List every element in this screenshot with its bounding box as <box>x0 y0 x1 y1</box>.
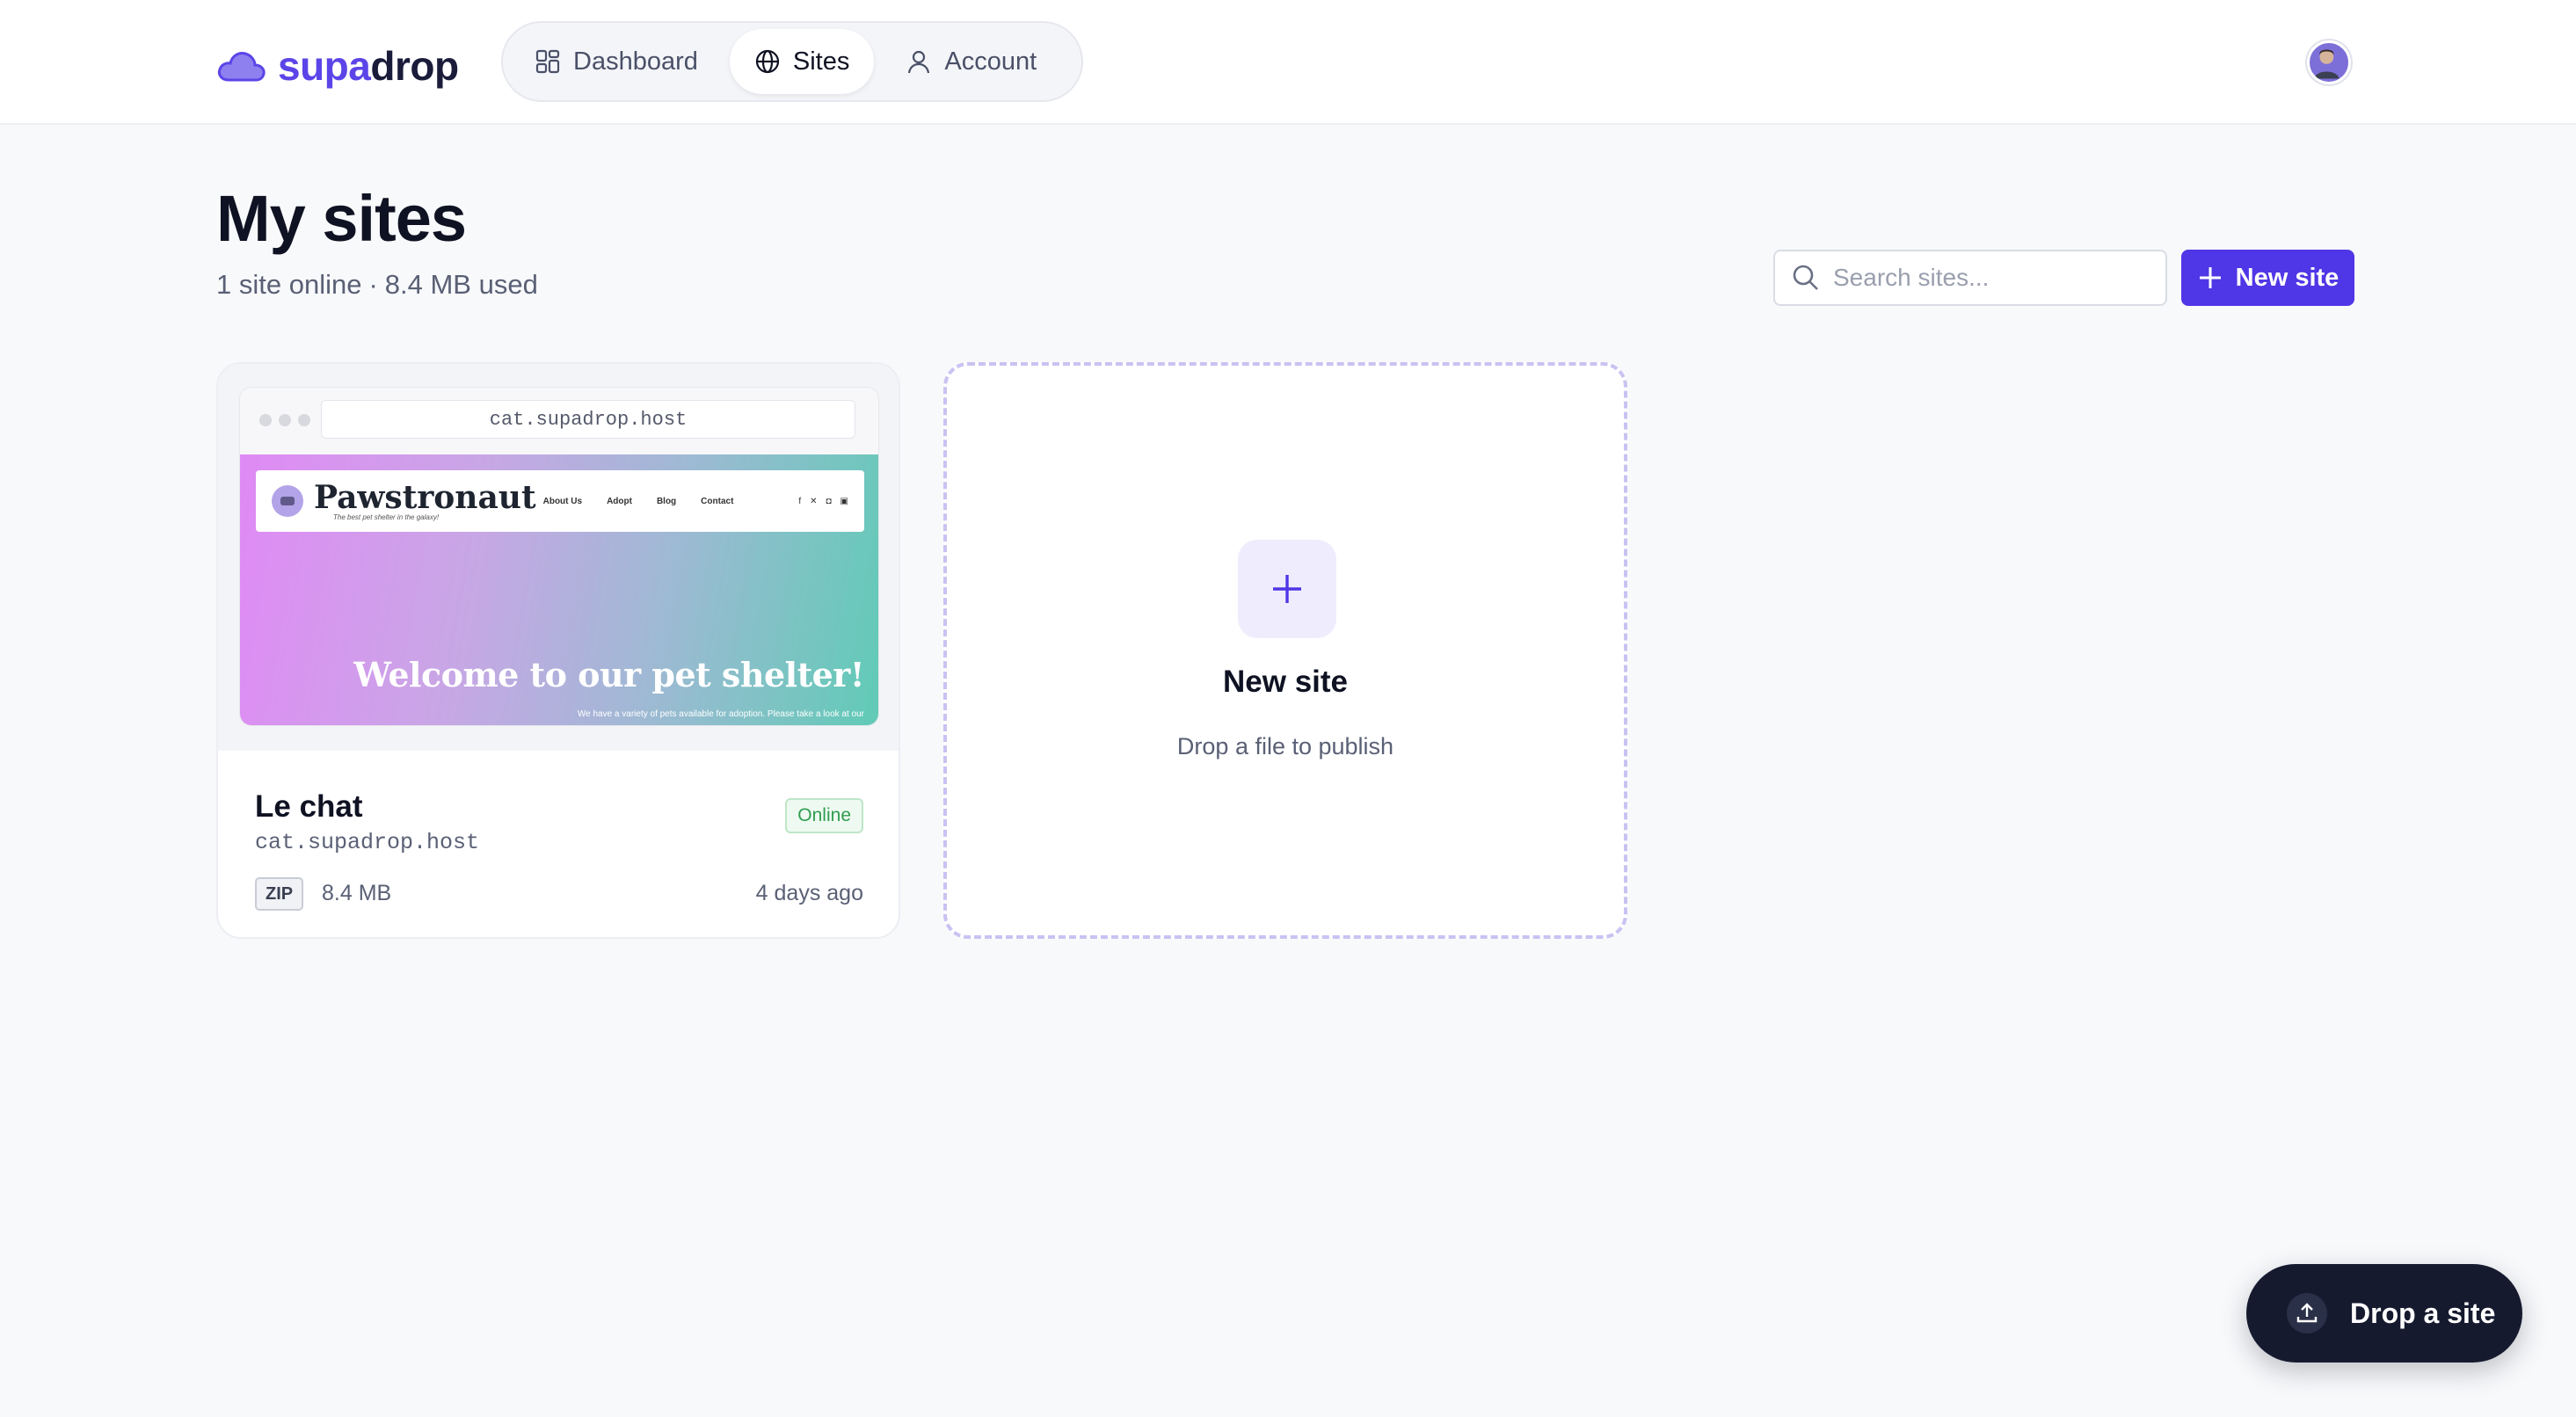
avatar[interactable] <box>2307 40 2351 84</box>
main-nav: Dashboard Sites Account <box>501 21 1083 102</box>
drop-site-label: Drop a site <box>2350 1297 2496 1329</box>
supadrop-logo[interactable]: supadrop <box>216 42 459 90</box>
sites-summary: 1 site online · 8.4 MB used <box>216 269 538 301</box>
preview-brand-name: Pawstronaut <box>314 478 536 516</box>
drop-site-button[interactable]: Drop a site <box>2246 1264 2522 1362</box>
nav-sites[interactable]: Sites <box>729 29 875 94</box>
preview-blurb: We have a variety of pets available for … <box>577 709 864 719</box>
preview-links: About Us Adopt Blog Contact <box>543 497 734 506</box>
site-card[interactable]: cat.supadrop.host Pawstronaut The best p… <box>216 362 900 939</box>
updated-time: 4 days ago <box>755 881 863 905</box>
page-title: My sites <box>216 182 467 255</box>
facebook-icon: f <box>798 496 802 506</box>
file-type-badge: ZIP <box>255 877 304 911</box>
globe-icon <box>755 49 779 74</box>
x-icon: ✕ <box>810 496 818 506</box>
preview-link: Adopt <box>607 496 632 506</box>
nav-label: Sites <box>792 47 850 76</box>
user-icon <box>908 50 930 74</box>
sites-online-count: 1 site online <box>216 269 362 300</box>
preview-hero-text: Welcome to our pet shelter! <box>353 655 864 694</box>
upload-icon <box>2287 1293 2327 1333</box>
plus-icon <box>2199 267 2221 288</box>
site-name: Le chat <box>255 789 363 824</box>
brand-name: supadrop <box>278 43 459 89</box>
preview-brand: Pawstronaut The best pet shelter in the … <box>314 482 536 521</box>
new-site-label: New site <box>2235 263 2340 292</box>
new-site-subtitle: Drop a file to publish <box>1176 733 1394 759</box>
preview-navbar: Pawstronaut The best pet shelter in the … <box>256 470 864 532</box>
plus-icon <box>1273 575 1301 603</box>
nav-label: Account <box>944 47 1037 76</box>
preview-tagline: The best pet shelter in the galaxy! <box>333 512 440 521</box>
site-url[interactable]: cat.supadrop.host <box>255 830 479 855</box>
site-preview: cat.supadrop.host Pawstronaut The best p… <box>218 364 899 751</box>
storage-used: 8.4 MB used <box>384 269 538 300</box>
new-site-title: New site <box>1223 665 1348 699</box>
new-site-dropzone[interactable]: New site Drop a file to publish <box>943 362 1627 939</box>
file-size: 8.4 MB <box>322 881 392 905</box>
search-input[interactable] <box>1833 264 2150 292</box>
nav-label: Dashboard <box>573 47 698 76</box>
search-icon <box>1793 265 1818 290</box>
browser-bar: cat.supadrop.host <box>240 388 878 454</box>
nav-account[interactable]: Account <box>881 29 1061 94</box>
preview-screenshot: Pawstronaut The best pet shelter in the … <box>240 454 878 725</box>
status-badge: Online <box>785 798 863 833</box>
user-photo-icon <box>2314 49 2340 79</box>
window-dots <box>259 414 310 426</box>
cloud-icon <box>217 52 266 82</box>
new-site-button[interactable]: New site <box>2181 250 2354 306</box>
preview-link: Blog <box>656 496 677 506</box>
new-site-icon-box <box>1238 540 1336 638</box>
search-box[interactable] <box>1773 250 2167 306</box>
nav-dashboard[interactable]: Dashboard <box>510 29 723 94</box>
browser-mockup: cat.supadrop.host Pawstronaut The best p… <box>239 387 879 726</box>
top-bar: supadrop Dashboard Sites Account <box>0 0 2576 125</box>
preview-url: cat.supadrop.host <box>321 400 855 439</box>
preview-link: Contact <box>701 496 734 506</box>
dashboard-icon <box>535 49 560 74</box>
instagram-icon: ◘ <box>826 496 832 506</box>
preview-link: About Us <box>542 496 583 506</box>
preview-social-icons: f ✕ ◘ ▣ <box>798 497 848 506</box>
cat-logo-icon <box>272 485 303 517</box>
summary-separator: · <box>368 269 378 300</box>
youtube-icon: ▣ <box>840 496 848 506</box>
